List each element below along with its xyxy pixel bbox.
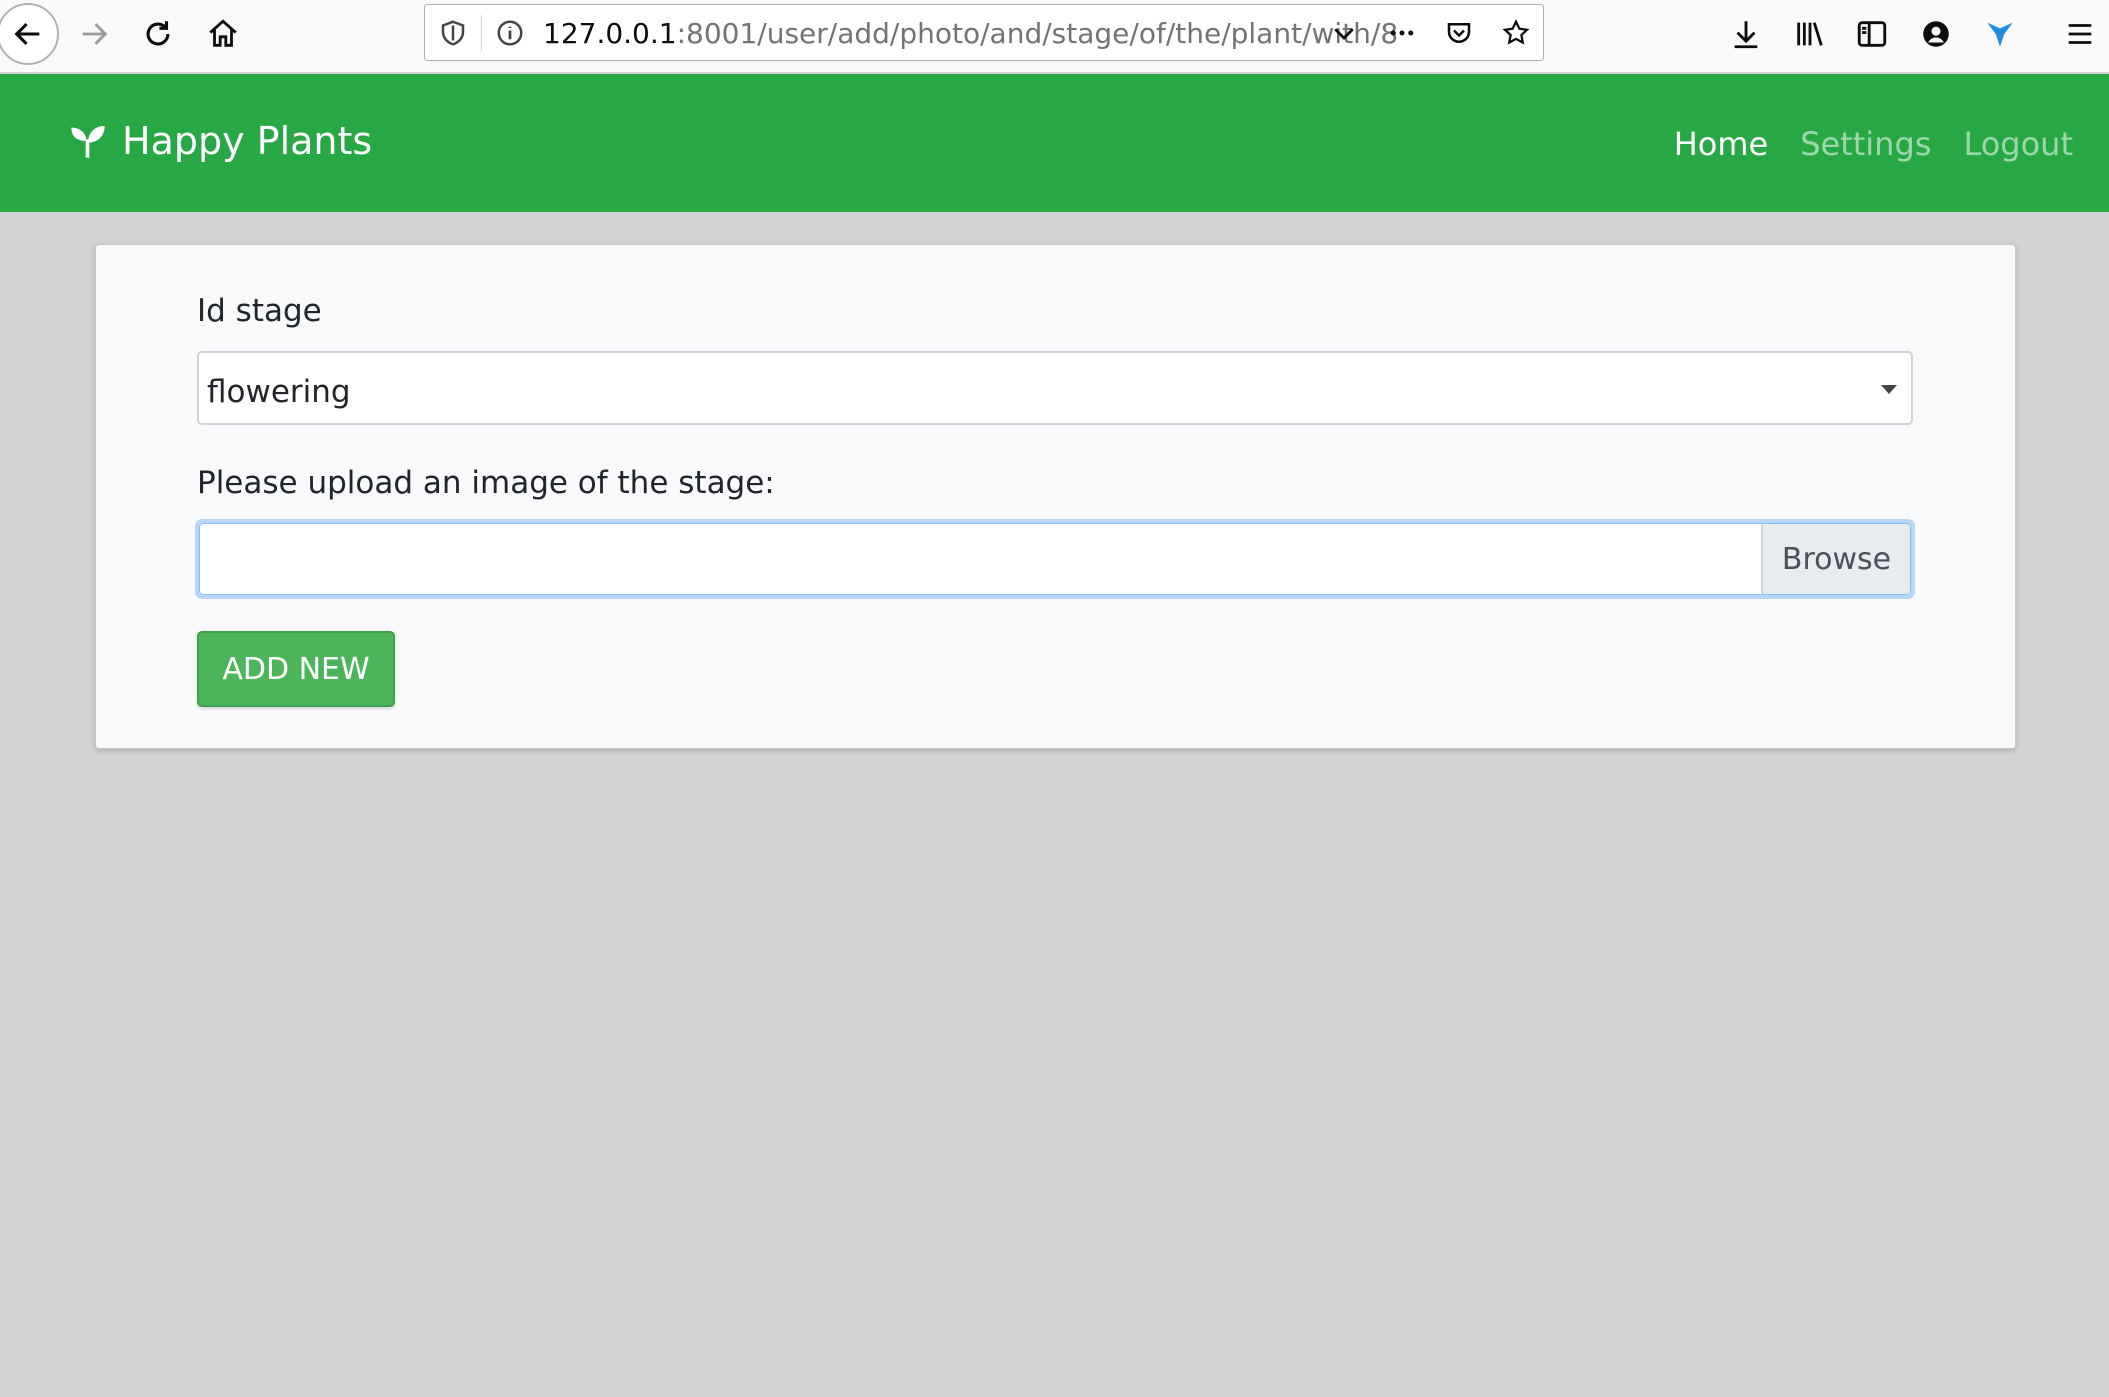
reload-button[interactable] xyxy=(128,4,188,64)
browse-button[interactable]: Browse xyxy=(1761,523,1911,595)
sidebar-icon xyxy=(1857,21,1887,47)
url-host: 127.0.0.1 xyxy=(543,17,677,50)
account-button[interactable] xyxy=(1906,4,1966,64)
app-navbar: Happy Plants Home Settings Logout xyxy=(0,74,2109,212)
star-icon[interactable] xyxy=(1497,14,1535,52)
library-icon xyxy=(1797,22,1823,46)
nav-settings-link[interactable]: Settings xyxy=(1800,125,1931,163)
nav-logout-link[interactable]: Logout xyxy=(1963,125,2073,163)
url-text[interactable]: 127.0.0.1:8001/user/add/photo/and/stage/… xyxy=(543,17,1398,50)
brand-name: Happy Plants xyxy=(122,119,373,163)
downloads-button[interactable] xyxy=(1716,4,1776,64)
arrow-left-icon xyxy=(14,22,40,46)
url-path: :8001/user/add/photo/and/stage/of/the/pl… xyxy=(676,17,1399,50)
back-button[interactable] xyxy=(0,3,59,65)
reload-icon xyxy=(146,21,170,46)
menu-button[interactable] xyxy=(2050,4,2109,64)
account-icon xyxy=(1923,21,1949,47)
nav-home-link[interactable]: Home xyxy=(1674,125,1769,163)
home-icon xyxy=(209,19,237,47)
file-name-input[interactable] xyxy=(199,523,1761,595)
add-photo-form-card: Id stage flowering Please upload an imag… xyxy=(95,244,2016,749)
forward-button[interactable] xyxy=(64,4,124,64)
brand-link[interactable]: Happy Plants xyxy=(68,119,372,163)
add-new-button[interactable]: ADD NEW xyxy=(197,631,395,707)
caret-down-icon xyxy=(1881,385,1897,394)
info-icon[interactable] xyxy=(491,14,529,52)
shield-icon[interactable] xyxy=(434,14,472,52)
extension-button[interactable] xyxy=(1970,4,2030,64)
stage-label: Id stage xyxy=(197,293,322,329)
download-icon xyxy=(1734,21,1758,49)
browser-toolbar: 127.0.0.1:8001/user/add/photo/and/stage/… xyxy=(0,0,2109,73)
arrow-right-icon xyxy=(82,23,108,45)
stage-select[interactable]: flowering xyxy=(197,351,1913,425)
home-button[interactable] xyxy=(193,4,253,64)
chevron-down-icon[interactable] xyxy=(1325,14,1363,52)
more-actions-icon[interactable] xyxy=(1383,14,1421,52)
hamburger-menu-icon xyxy=(2068,24,2092,44)
file-upload-field[interactable]: Browse xyxy=(195,519,1915,599)
urlbar-divider xyxy=(481,15,482,51)
seedling-icon xyxy=(71,126,105,158)
upload-label: Please upload an image of the stage: xyxy=(197,465,775,501)
pocket-icon[interactable] xyxy=(1440,14,1478,52)
stage-select-value: flowering xyxy=(207,374,351,410)
library-button[interactable] xyxy=(1780,4,1840,64)
sidebar-button[interactable] xyxy=(1842,4,1902,64)
nav-links: Home Settings Logout xyxy=(1674,125,2073,163)
extension-icon xyxy=(1987,22,2013,47)
url-bar[interactable]: 127.0.0.1:8001/user/add/photo/and/stage/… xyxy=(424,4,1544,61)
